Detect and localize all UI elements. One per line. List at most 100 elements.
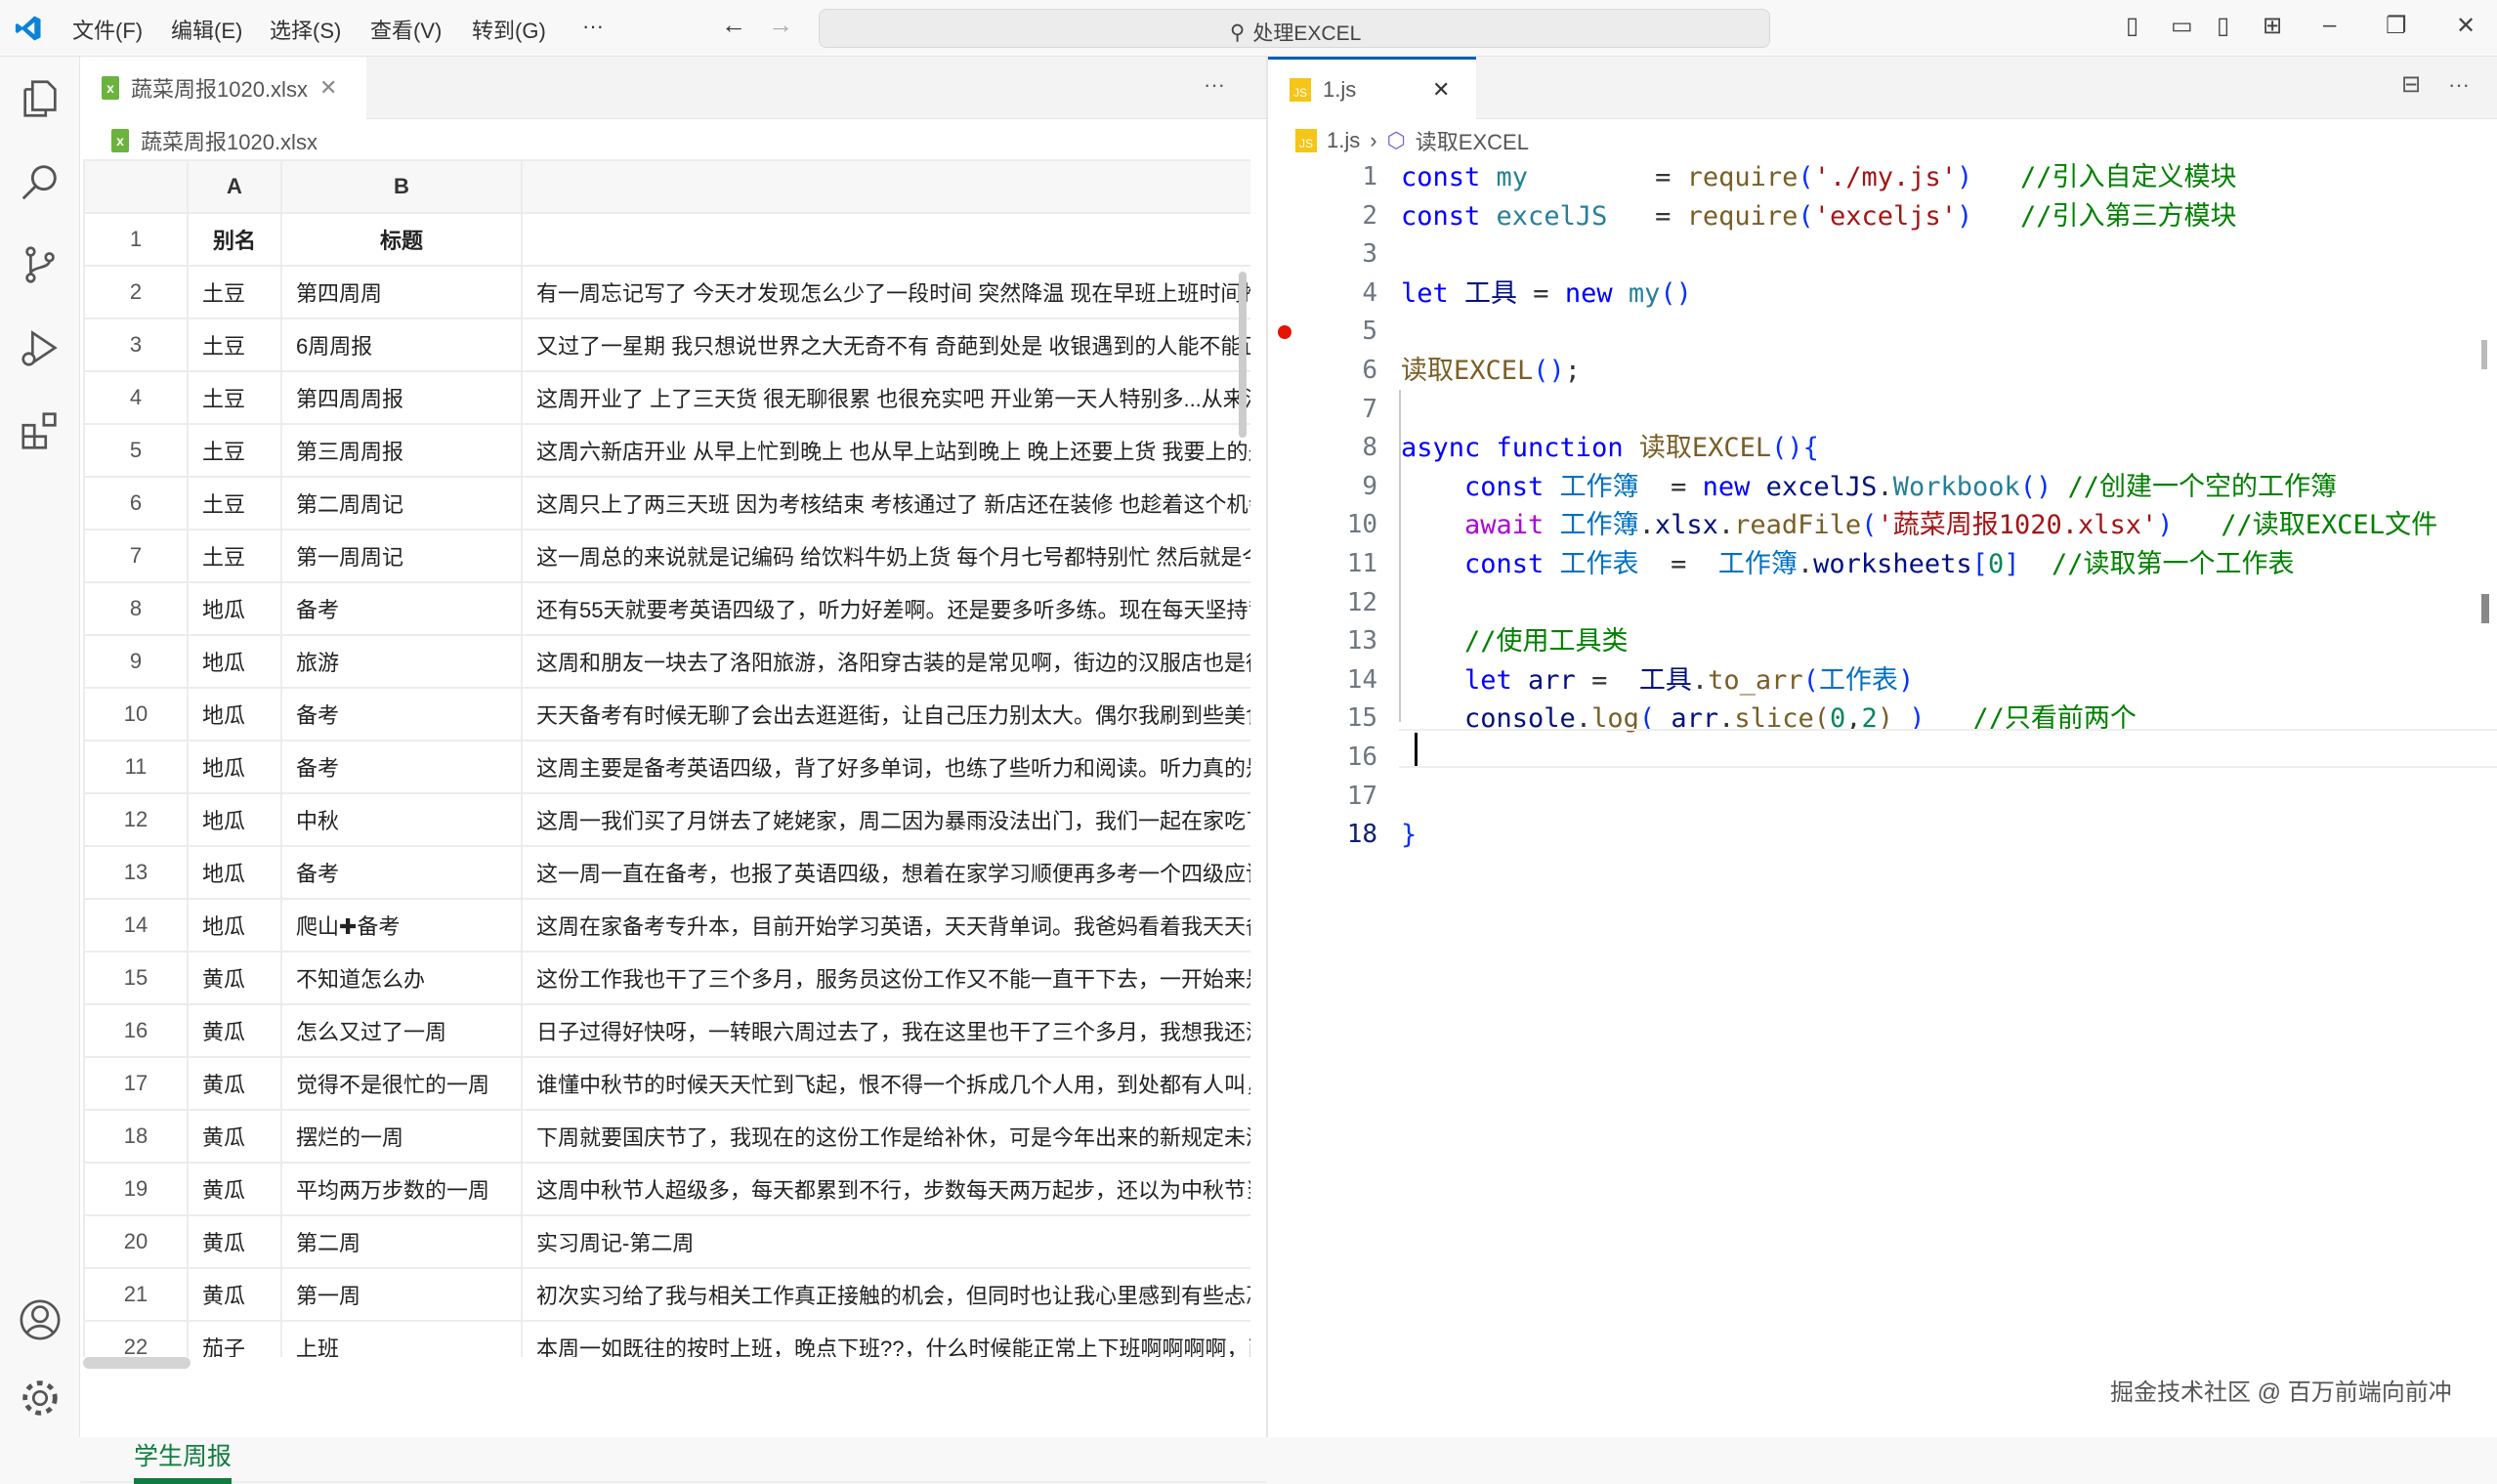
cell-c[interactable]: 这周只上了两三天班 因为考核结束 考核通过了 新店还在装修 也趁着这个机会 [522,477,1250,530]
menu-view[interactable]: 查看(V) [370,14,442,45]
cell-a[interactable]: 土豆 [188,477,281,530]
cell-a[interactable]: 地瓜 [188,899,281,952]
cell-b[interactable]: 备考 [281,741,522,793]
column-header-c[interactable] [522,160,1250,213]
cell-b[interactable]: 第四周周 [281,266,522,318]
cell-b[interactable]: 备考 [281,846,522,899]
cell-c[interactable]: 这周和朋友一块去了洛阳旅游，洛阳穿古装的是常见啊，街边的汉服店也是很 [522,635,1250,688]
row-number[interactable]: 12 [84,793,188,846]
cell-a[interactable]: 土豆 [188,266,281,318]
cell-c[interactable] [522,213,1250,266]
cell-c[interactable]: 这周六新店开业 从早上忙到晚上 也从早上站到晚上 晚上还要上货 我要上的是 [522,424,1250,477]
close-tab-icon[interactable]: ✕ [319,75,337,101]
column-header-a[interactable]: A [188,160,281,213]
back-arrow-icon[interactable]: ← [721,10,746,40]
code-line[interactable]: 17 [1268,778,2497,817]
code-line[interactable]: 10 await 工作簿.xlsx.readFile('蔬菜周报1020.xls… [1268,506,2497,545]
close-tab-icon[interactable]: ✕ [1432,77,1450,103]
restore-icon[interactable]: ❐ [2386,12,2407,40]
command-center-search[interactable]: ⚲处理EXCEL [819,9,1770,48]
cell-b[interactable]: 中秋 [281,793,522,846]
row-number[interactable]: 1 [84,213,188,266]
menu-more[interactable]: ··· [582,14,604,39]
code-line[interactable]: 3 [1268,235,2497,275]
cell-a[interactable]: 黄瓜 [188,1110,281,1163]
cell-c[interactable]: 本周一如既往的按时上班，晚点下班??，什么时候能正常上下班啊啊啊啊，丙 [522,1321,1250,1357]
cell-c[interactable]: 又过了一星期 我只想说世界之大无奇不有 奇葩到处是 收银遇到的人能不能正 [522,318,1250,371]
run-debug-icon[interactable] [18,325,63,370]
row-number[interactable]: 22 [84,1321,188,1357]
cell-c[interactable]: 这一周总的来说就是记编码 给饮料牛奶上货 每个月七号都特别忙 然后就是今 [522,530,1250,582]
cell-b[interactable]: 标题 [281,213,522,266]
cell-b[interactable]: 觉得不是很忙的一周 [281,1057,522,1110]
cell-a[interactable]: 土豆 [188,530,281,582]
row-number[interactable]: 9 [84,635,188,688]
extensions-icon[interactable] [18,408,63,453]
cell-a[interactable]: 土豆 [188,371,281,424]
cell-b[interactable]: 不知道怎么办 [281,952,522,1004]
cell-c[interactable]: 这周在家备考专升本，目前开始学习英语，天天背单词。我爸妈看着我天天备 [522,899,1250,952]
code-line[interactable]: 6读取EXCEL(); [1268,352,2497,391]
menu-go[interactable]: 转到(G) [472,14,546,45]
cell-a[interactable]: 地瓜 [188,635,281,688]
cell-b[interactable]: 第一周 [281,1268,522,1321]
cell-c[interactable]: 谁懂中秋节的时候天天忙到飞起，恨不得一个拆成几个人用，到处都有人叫， [522,1057,1250,1110]
cell-c[interactable]: 这周中秋节人超级多，每天都累到不行，步数每天两万起步，还以为中秋节当 [522,1163,1250,1215]
cell-c[interactable]: 这周一我们买了月饼去了姥姥家，周二因为暴雨没法出门，我们一起在家吃了 [522,793,1250,846]
cell-b[interactable]: 备考 [281,688,522,741]
code-line[interactable]: 12 [1268,584,2497,623]
settings-gear-icon[interactable] [18,1376,63,1420]
cell-a[interactable]: 地瓜 [188,846,281,899]
row-number[interactable]: 6 [84,477,188,530]
cell-c[interactable]: 有一周忘记写了 今天才发现怎么少了一段时间 突然降温 现在早班上班时间推 [522,266,1250,318]
cell-c[interactable]: 这一周一直在备考，也报了英语四级，想着在家学习顺便再多考一个四级应该 [522,846,1250,899]
code-line[interactable]: 1const my = require('./my.js') //引入自定义模块 [1268,158,2497,197]
code-line[interactable]: 14 let arr = 工具.to_arr(工作表) [1268,661,2497,700]
forward-arrow-icon[interactable]: → [768,10,793,40]
code-line[interactable]: 5 [1268,313,2497,352]
vertical-scrollbar[interactable] [1239,272,1247,438]
code-line[interactable]: 9 const 工作簿 = new excelJS.Workbook() //创… [1268,468,2497,507]
row-number[interactable]: 10 [84,688,188,741]
row-number[interactable]: 5 [84,424,188,477]
cell-b[interactable]: 第三周周报 [281,424,522,477]
menu-edit[interactable]: 编辑(E) [171,14,242,45]
more-actions-button[interactable]: ··· [2448,72,2470,98]
cell-a[interactable]: 地瓜 [188,582,281,635]
cell-b[interactable]: 怎么又过了一周 [281,1004,522,1057]
row-number[interactable]: 18 [84,1110,188,1163]
customize-layout-icon[interactable]: ⊞ [2263,12,2282,40]
cell-a[interactable]: 黄瓜 [188,1268,281,1321]
cell-b[interactable]: 第四周周报 [281,371,522,424]
close-window-icon[interactable]: ✕ [2456,12,2476,40]
cell-b[interactable]: 爬山✚备考 [281,899,522,952]
cell-a[interactable]: 黄瓜 [188,1163,281,1215]
cell-c[interactable]: 实习周记-第二周 [522,1215,1250,1268]
account-icon[interactable] [18,1297,63,1342]
toggle-primary-sidebar-icon[interactable]: ▯ [2126,12,2138,40]
row-number[interactable]: 13 [84,846,188,899]
cell-a[interactable]: 地瓜 [188,793,281,846]
code-line[interactable]: 8async function 读取EXCEL(){ [1268,429,2497,468]
cell-a[interactable]: 土豆 [188,424,281,477]
explorer-icon[interactable] [18,76,63,121]
tab-xlsx-file[interactable]: x 蔬菜周报1020.xlsx ✕ [80,57,366,119]
code-line[interactable]: 2const excelJS = require('exceljs') //引入… [1268,197,2497,236]
breadcrumb-file[interactable]: 1.js [1327,128,1360,153]
row-number[interactable]: 7 [84,530,188,582]
cell-c[interactable]: 日子过得好快呀，一转眼六周过去了，我在这里也干了三个多月，我想我还没 [522,1004,1250,1057]
editor-scrollbar[interactable] [2481,594,2489,623]
row-number[interactable]: 17 [84,1057,188,1110]
code-line[interactable]: 7 [1268,391,2497,430]
breadcrumb-symbol[interactable]: 读取EXCEL [1416,125,1529,156]
row-number[interactable]: 21 [84,1268,188,1321]
search-icon[interactable] [18,159,63,204]
cell-b[interactable]: 上班 [281,1321,522,1357]
cell-a[interactable]: 茄子 [188,1321,281,1357]
row-number[interactable]: 2 [84,266,188,318]
menu-file[interactable]: 文件(F) [72,14,143,45]
row-number[interactable]: 11 [84,741,188,793]
code-line[interactable]: 13 //使用工具类 [1268,622,2497,661]
toggle-panel-icon[interactable]: ▭ [2171,12,2193,40]
cell-c[interactable]: 这周主要是备考英语四级，背了好多单词，也练了些听力和阅读。听力真的是 [522,741,1250,793]
